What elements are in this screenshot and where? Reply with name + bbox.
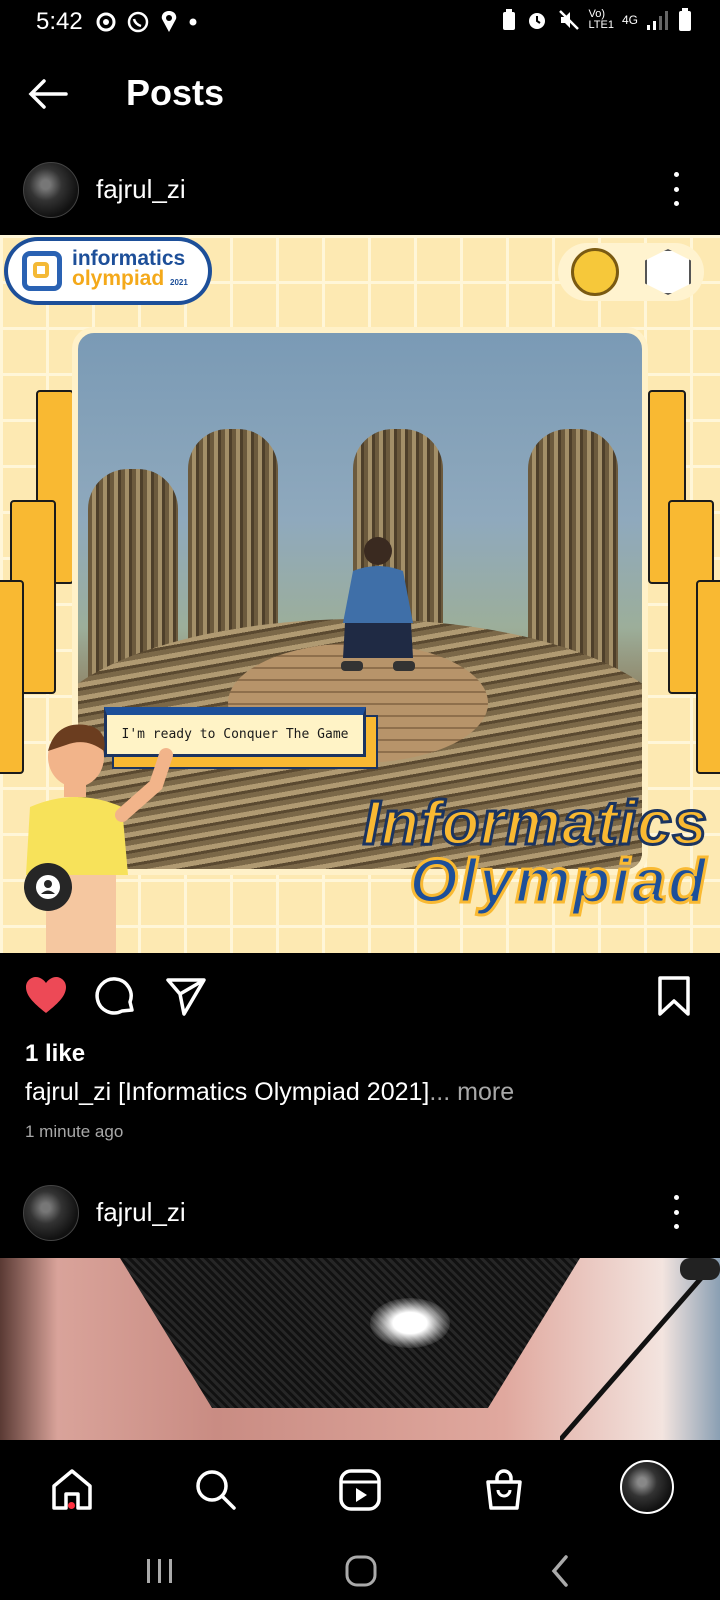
battery-icon: [679, 8, 691, 31]
post-actions: [0, 968, 720, 1024]
profile-avatar[interactable]: [620, 1460, 674, 1514]
location-icon: [161, 11, 177, 32]
like-count[interactable]: 1 like: [25, 1040, 85, 1068]
caption-more-link[interactable]: ... more: [429, 1078, 514, 1106]
shop-icon[interactable]: [480, 1466, 528, 1514]
post-image[interactable]: informatics olympiad 2021 I'm ready to C…: [0, 235, 720, 953]
post-image[interactable]: [0, 1258, 720, 1440]
notification-icons: [96, 10, 198, 34]
network-label: Vo) LTE1: [589, 9, 614, 31]
informatics-olympiad-logo: informatics olympiad 2021: [8, 241, 208, 301]
reels-icon[interactable]: [336, 1466, 384, 1514]
alarm-icon: [528, 13, 545, 29]
person-figure: [341, 537, 415, 671]
top-bar: Posts: [0, 58, 720, 130]
person-icon: [36, 875, 60, 899]
system-navigation: [0, 1540, 720, 1600]
status-time: 5:42: [36, 8, 83, 35]
share-icon[interactable]: [164, 974, 208, 1018]
mute-icon: [558, 10, 579, 30]
cartoon-character: [26, 724, 173, 953]
recent-apps-icon[interactable]: [144, 1556, 176, 1586]
system-status-icons: Vo) LTE1 4G: [501, 8, 693, 32]
status-bar: 5:42 Vo) LTE1 4G: [0, 0, 720, 48]
avatar[interactable]: [23, 1185, 79, 1241]
notification-dot: [68, 1502, 75, 1509]
post-timestamp: 1 minute ago: [25, 1122, 124, 1141]
whatsapp-icon: [127, 11, 149, 33]
caption-username[interactable]: fajrul_zi: [25, 1078, 111, 1106]
more-options-icon[interactable]: [672, 172, 680, 206]
heart-icon[interactable]: [24, 974, 68, 1018]
battery-saver-icon: [502, 9, 515, 30]
logo-mark-icon: [22, 251, 62, 291]
post-caption[interactable]: fajrul_zi [Informatics Olympiad 2021]...…: [25, 1078, 514, 1107]
avatar[interactable]: [23, 162, 79, 218]
microphone-stand: [560, 1258, 720, 1440]
bottom-navigation: [0, 1440, 720, 1540]
caption-text: [Informatics Olympiad 2021]: [111, 1078, 430, 1106]
tagged-people-button[interactable]: [24, 863, 72, 911]
post-header: fajrul_zi: [0, 1185, 720, 1265]
home-button-icon[interactable]: [344, 1554, 378, 1588]
page-title: Posts: [126, 72, 225, 113]
signal-icon: [647, 11, 668, 30]
logo-text-1: informatics: [72, 247, 186, 270]
post-username[interactable]: fajrul_zi: [96, 174, 186, 205]
university-seal-icon: [571, 248, 619, 296]
bookmark-icon[interactable]: [652, 974, 696, 1018]
hexagon-badge-icon: [645, 249, 691, 295]
deco-bar: [696, 580, 720, 774]
search-icon[interactable]: [192, 1466, 240, 1514]
more-options-icon[interactable]: [672, 1195, 680, 1229]
ceiling-light: [370, 1298, 450, 1348]
ceiling-texture: [120, 1258, 580, 1408]
title-line-2: Olympiad: [408, 847, 708, 916]
dot-icon: [189, 18, 197, 26]
partner-logos: [558, 243, 704, 301]
logo-year: 2021: [170, 278, 188, 287]
post-graphic-title: Informatics Olympiad: [278, 789, 708, 916]
lte-label: LTE1: [588, 19, 614, 31]
sync-icon: [96, 12, 116, 32]
back-button-icon[interactable]: [548, 1554, 572, 1588]
comment-icon[interactable]: [94, 974, 138, 1018]
post-username[interactable]: fajrul_zi: [96, 1197, 186, 1228]
post-header: fajrul_zi: [0, 162, 720, 242]
network-type: 4G: [621, 13, 638, 27]
back-arrow-icon[interactable]: [26, 76, 70, 112]
logo-text-2: olympiad: [72, 267, 165, 290]
title-line-1: Informatics: [361, 789, 708, 858]
